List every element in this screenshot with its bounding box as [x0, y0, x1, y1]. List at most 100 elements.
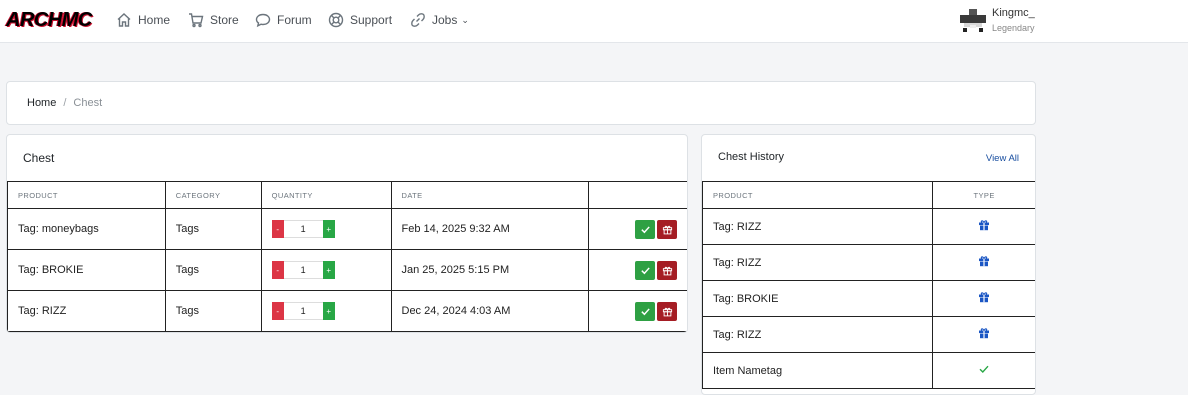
type-cell: [932, 208, 1035, 245]
nav-store-label: Store: [210, 13, 239, 27]
product-cell: Tag: RIZZ: [7, 290, 166, 332]
breadcrumb-separator: /: [63, 97, 67, 109]
quantity-decrease-button[interactable]: -: [271, 220, 284, 238]
quantity-stepper: - 1 +: [271, 302, 391, 320]
quantity-increase-button[interactable]: +: [322, 261, 335, 279]
gift-icon: [979, 292, 990, 303]
claim-button[interactable]: [635, 219, 655, 239]
quantity-cell: - 1 +: [260, 290, 392, 332]
cart-icon: [189, 13, 204, 28]
check-icon: [640, 307, 650, 315]
table-row: Tag: RIZZ: [702, 244, 1035, 281]
quantity-input[interactable]: 1: [283, 261, 323, 279]
col-actions: [588, 181, 687, 209]
chest-history-title: Chest History: [718, 151, 785, 163]
category-cell: Tags: [164, 208, 262, 250]
site-logo[interactable]: ARCHMC: [6, 9, 92, 31]
claim-button[interactable]: [635, 301, 655, 321]
product-cell: Tag: RIZZ: [702, 316, 934, 353]
actions-cell: [588, 208, 687, 250]
lifebuoy-icon: [328, 12, 344, 28]
chest-card: Chest PRODUCT CATEGORY QUANTITY DATE Tag…: [6, 134, 688, 333]
nav-support-label: Support: [350, 13, 393, 27]
gift-icon: [662, 307, 672, 316]
table-row: Tag: RIZZ: [702, 208, 1035, 245]
product-cell: Tag: RIZZ: [702, 208, 934, 245]
claim-button[interactable]: [635, 260, 655, 280]
view-all-link[interactable]: View All: [986, 153, 1019, 164]
category-cell: Tags: [164, 290, 262, 332]
avatar: [960, 9, 986, 32]
top-navbar: ARCHMC Home Store Forum Support Jobs ⌄ K…: [0, 0, 1188, 43]
quantity-stepper: - 1 +: [271, 261, 391, 279]
product-cell: Tag: BROKIE: [7, 249, 166, 291]
category-cell: Tags: [164, 249, 262, 291]
quantity-cell: - 1 +: [260, 208, 392, 250]
date-cell: Jan 25, 2025 5:15 PM: [390, 249, 590, 291]
table-header-row: PRODUCT CATEGORY QUANTITY DATE: [7, 181, 687, 209]
col-product: PRODUCT: [7, 181, 166, 209]
check-icon: [979, 365, 989, 374]
col-quantity: QUANTITY: [260, 181, 392, 209]
quantity-increase-button[interactable]: +: [322, 302, 335, 320]
product-cell: Tag: BROKIE: [702, 280, 934, 317]
table-row: Tag: RIZZ Tags - 1 + Dec 24, 2024 4:03 A…: [7, 290, 687, 332]
gift-icon: [979, 256, 990, 267]
breadcrumb: Home / Chest: [6, 81, 1036, 125]
table-header-row: PRODUCT TYPE: [702, 181, 1035, 209]
table-row: Tag: moneybags Tags - 1 + Feb 14, 2025 9…: [7, 208, 687, 250]
chest-title: Chest: [23, 151, 55, 165]
link-icon: [411, 13, 425, 27]
gift-button[interactable]: [657, 219, 677, 239]
breadcrumb-current: Chest: [73, 97, 103, 109]
gift-icon: [662, 225, 672, 234]
quantity-cell: - 1 +: [260, 249, 392, 291]
product-cell: Item Nametag: [702, 352, 934, 389]
table-row: Tag: BROKIE Tags - 1 + Jan 25, 2025 5:15…: [7, 249, 687, 291]
chat-icon: [255, 13, 271, 28]
type-cell: [932, 280, 1035, 317]
user-rank: Legendary: [992, 23, 1035, 33]
quantity-input[interactable]: 1: [283, 302, 323, 320]
quantity-decrease-button[interactable]: -: [271, 261, 284, 279]
col-product: PRODUCT: [702, 181, 934, 209]
nav-jobs[interactable]: Jobs ⌄: [410, 10, 469, 30]
table-row: Tag: RIZZ: [702, 316, 1035, 353]
date-cell: Dec 24, 2024 4:03 AM: [390, 290, 590, 332]
quantity-stepper: - 1 +: [271, 220, 391, 238]
type-cell: [932, 244, 1035, 281]
table-row: Item Nametag: [702, 352, 1035, 389]
breadcrumb-home[interactable]: Home: [27, 97, 56, 109]
home-icon: [117, 13, 131, 27]
actions-cell: [588, 249, 687, 291]
quantity-increase-button[interactable]: +: [322, 220, 335, 238]
check-icon: [640, 225, 650, 233]
gift-icon: [662, 266, 672, 275]
table-row: Tag: BROKIE: [702, 280, 1035, 317]
check-icon: [640, 266, 650, 274]
product-cell: Tag: RIZZ: [702, 244, 934, 281]
chest-history-card: Chest History View All PRODUCT TYPE Tag:…: [701, 134, 1036, 395]
nav-support[interactable]: Support: [328, 10, 392, 30]
gift-button[interactable]: [657, 260, 677, 280]
chest-history-table: PRODUCT TYPE Tag: RIZZ Tag: RIZZ Tag: BR…: [702, 181, 1035, 389]
col-date: DATE: [390, 181, 590, 209]
gift-icon: [979, 220, 990, 231]
nav-home-label: Home: [138, 13, 171, 27]
gift-icon: [979, 328, 990, 339]
nav-store[interactable]: Store: [188, 10, 239, 30]
date-cell: Feb 14, 2025 9:32 AM: [390, 208, 590, 250]
type-cell: [932, 316, 1035, 353]
chevron-down-icon: ⌄: [461, 14, 469, 25]
gift-button[interactable]: [657, 301, 677, 321]
type-cell: [932, 352, 1035, 389]
col-category: CATEGORY: [164, 181, 262, 209]
quantity-input[interactable]: 1: [283, 220, 323, 238]
nav-forum[interactable]: Forum: [255, 10, 312, 30]
quantity-decrease-button[interactable]: -: [271, 302, 284, 320]
nav-home[interactable]: Home: [116, 10, 170, 30]
col-type: TYPE: [932, 181, 1035, 209]
nav-jobs-label: Jobs: [432, 13, 458, 27]
username: Kingmc_: [992, 7, 1035, 19]
user-menu[interactable]: Kingmc_ Legendary: [960, 6, 1080, 38]
